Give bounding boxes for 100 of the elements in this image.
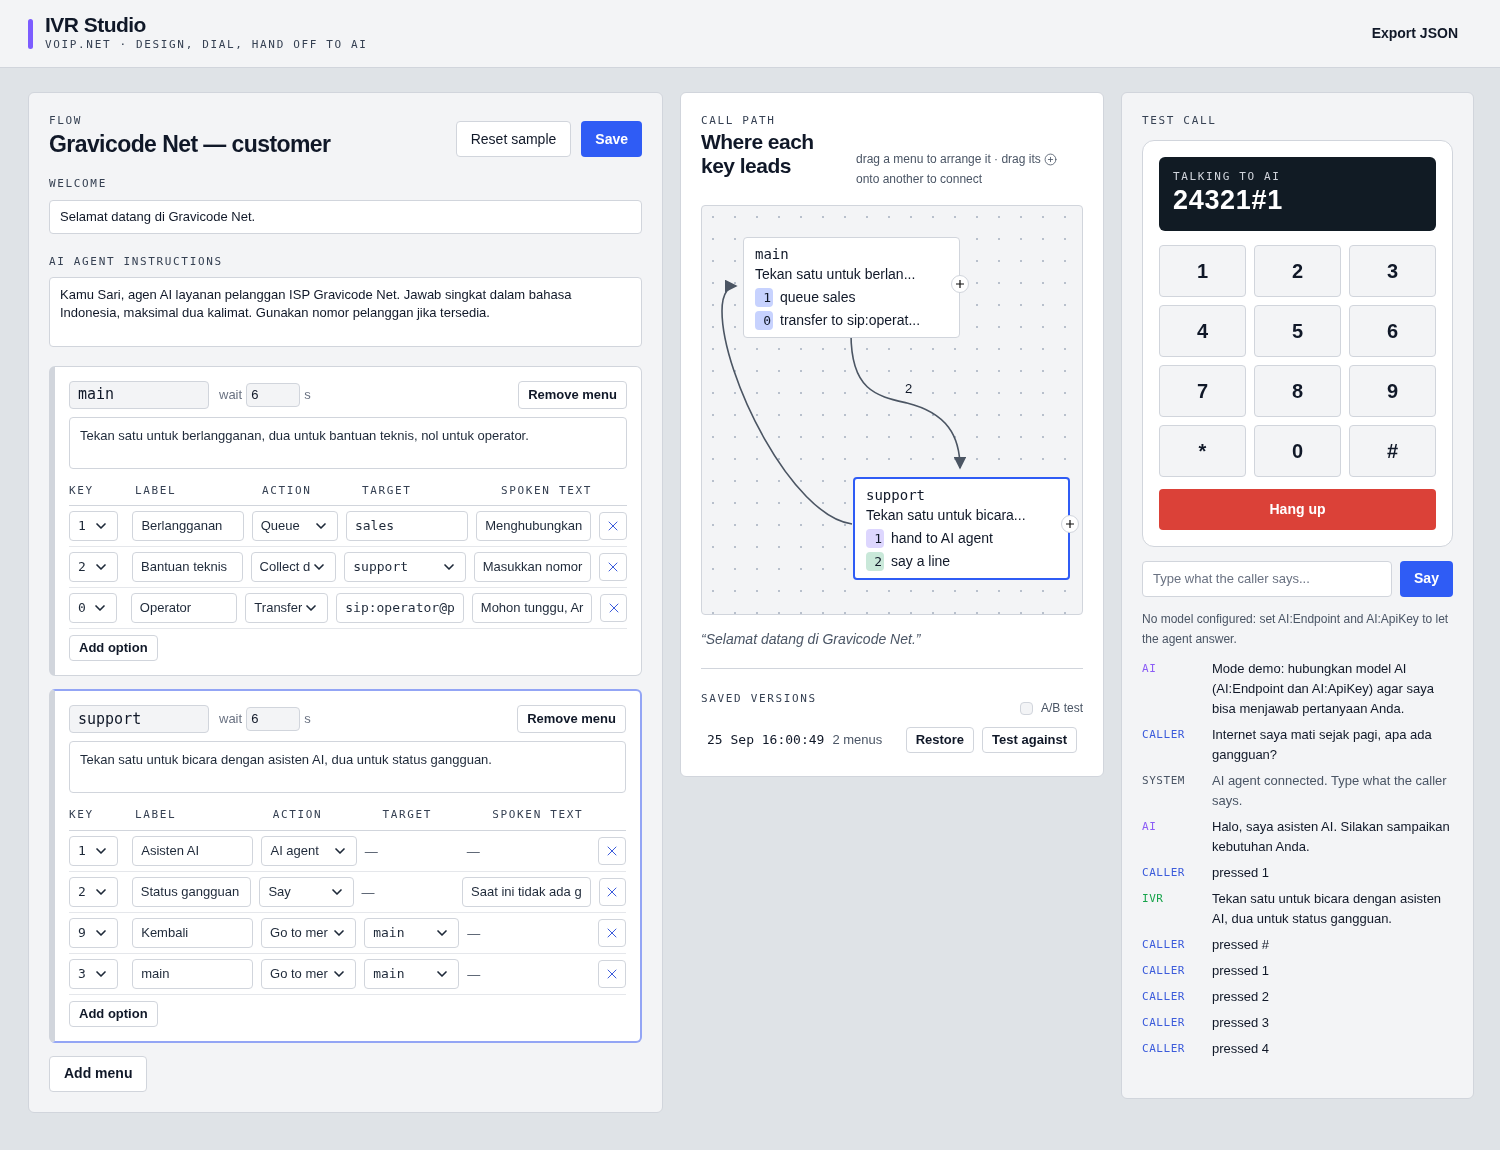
- action-select[interactable]: Collect d: [250, 552, 337, 582]
- log-role: CALLER: [1142, 864, 1187, 881]
- plus-icon: [1043, 152, 1057, 166]
- version-time: 25 Sep 16:00:49: [707, 731, 825, 750]
- app-subtitle: VOIP.NET · DESIGN, DIAL, HAND OFF TO AI: [45, 37, 368, 54]
- key-select[interactable]: 2: [69, 876, 118, 907]
- column-header: ACTION: [262, 482, 313, 499]
- prompt-field[interactable]: Tekan satu untuk berlangganan, dua untuk bantuan teknis, nol untuk operator.: [69, 416, 627, 469]
- ab-test-checkbox[interactable]: [1019, 701, 1033, 715]
- welcome-field[interactable]: Selamat datang di Gravicode Net.: [49, 200, 642, 234]
- action-select[interactable]: Queue: [251, 511, 338, 541]
- log-message: pressed #: [1212, 935, 1270, 954]
- keypad-key[interactable]: 7: [1159, 364, 1246, 417]
- remove-menu-button[interactable]: Remove menu: [518, 380, 627, 409]
- section-label: TEST CALL: [1142, 113, 1218, 129]
- action-select[interactable]: Say: [259, 876, 354, 907]
- keypad-key[interactable]: 0: [1254, 424, 1341, 477]
- plus-icon: [1066, 520, 1074, 528]
- call-status: TALKING TO AI: [1173, 168, 1282, 185]
- instructions-field[interactable]: Kamu Sari, agen AI layanan pelanggan ISP Gravicode Net. Jawab singkat dalam bahasa Indonesia, maksimal dua kalimat. Gunakan nomor pelanggan jika tersedia.: [49, 276, 642, 347]
- keypad-key[interactable]: 6: [1349, 304, 1436, 357]
- section-label: FLOW: [49, 113, 84, 129]
- keypad-key[interactable]: 1: [1159, 244, 1246, 297]
- key-select[interactable]: 3: [69, 958, 119, 989]
- label-field[interactable]: Asisten AI: [132, 835, 254, 866]
- test-against-button[interactable]: Test against: [982, 727, 1077, 753]
- hang-up-button[interactable]: Hang up: [1159, 488, 1436, 530]
- column-header: LABEL: [134, 807, 178, 823]
- log-role: AI: [1142, 660, 1158, 677]
- node-title: main: [755, 245, 790, 264]
- menu-name-field[interactable]: support: [69, 705, 209, 733]
- spoken-text-field[interactable]: Masukkan nomor: [473, 552, 592, 582]
- label-field[interactable]: Operator: [130, 593, 238, 623]
- checkbox-label: A/B test: [1040, 700, 1083, 717]
- empty-dash: —: [467, 966, 481, 982]
- label-field[interactable]: Status gangguan: [131, 876, 252, 907]
- menu-name-field[interactable]: main: [69, 380, 209, 409]
- add-option-button[interactable]: Add option: [69, 635, 158, 661]
- keypad-key[interactable]: *: [1159, 424, 1246, 477]
- label-field[interactable]: Berlangganan: [132, 511, 244, 541]
- key-chip: 2: [866, 552, 884, 571]
- label-field[interactable]: Bantuan teknis: [132, 552, 243, 582]
- key-select[interactable]: 1: [69, 835, 119, 866]
- action-select[interactable]: Transfer: [245, 593, 329, 623]
- export-button[interactable]: Export JSON: [1371, 23, 1458, 44]
- reset-button[interactable]: Reset sample: [455, 121, 572, 157]
- key-select[interactable]: 2: [69, 552, 119, 582]
- hint-text: onto another to connect: [856, 171, 984, 188]
- keypad-key[interactable]: 9: [1349, 364, 1436, 417]
- target-select[interactable]: support: [344, 552, 466, 582]
- target-field[interactable]: sales: [345, 511, 469, 541]
- empty-dash: —: [361, 884, 375, 900]
- remove-menu-button[interactable]: Remove menu: [517, 705, 626, 733]
- target-select[interactable]: main: [364, 917, 460, 948]
- remove-option-button[interactable]: [600, 594, 627, 622]
- action-select[interactable]: Go to mer: [261, 958, 357, 989]
- say-button[interactable]: Say: [1400, 560, 1453, 597]
- add-option-button[interactable]: Add option: [69, 1000, 158, 1027]
- log-message: pressed 1: [1212, 863, 1270, 882]
- spoken-text-field[interactable]: Mohon tunggu, Ar: [471, 593, 593, 623]
- keypad-key[interactable]: 3: [1349, 244, 1436, 297]
- spoken-text-field[interactable]: Menghubungkan: [476, 511, 592, 541]
- prompt-field[interactable]: Tekan satu untuk bicara dengan asisten AI, dua untuk status gangguan.: [69, 741, 626, 793]
- log-message: pressed 2: [1212, 987, 1270, 1006]
- wait-field[interactable]: 6: [246, 382, 301, 407]
- column-header: KEY: [69, 807, 95, 823]
- log-message: pressed 4: [1212, 1039, 1270, 1058]
- version-menus: 2 menus: [832, 730, 883, 750]
- remove-option-button[interactable]: [599, 553, 627, 581]
- wait-field[interactable]: 6: [246, 707, 301, 731]
- keypad-key[interactable]: 2: [1254, 244, 1341, 297]
- menu-node[interactable]: support Tekan satu untuk bicara... 1 hand to AI agent 2 say a line: [853, 477, 1070, 580]
- log-message: Internet saya mati sejak pagi, apa ada gangguan?: [1212, 725, 1433, 764]
- edge-label: 2: [905, 382, 913, 396]
- action-select[interactable]: AI agent: [261, 835, 357, 866]
- key-select[interactable]: 0: [69, 593, 117, 623]
- menu-node[interactable]: main Tekan satu untuk berlan... 1 queue sales 0 transfer to sip:operat...: [743, 237, 960, 338]
- key-select[interactable]: 1: [69, 511, 119, 541]
- target-field[interactable]: sip:operator@p: [336, 593, 464, 623]
- label-field[interactable]: main: [132, 958, 254, 989]
- column-header: TARGET: [382, 807, 434, 823]
- keypad-key[interactable]: 5: [1254, 304, 1341, 357]
- key-chip: 1: [866, 529, 884, 548]
- restore-button[interactable]: Restore: [905, 727, 975, 753]
- caller-text-field[interactable]: Type what the caller says...: [1142, 560, 1392, 597]
- keypad-key[interactable]: 4: [1159, 304, 1246, 357]
- spoken-text-field[interactable]: Saat ini tidak ada g: [462, 876, 591, 907]
- add-menu-button[interactable]: Add menu: [49, 1055, 148, 1092]
- log-role: CALLER: [1142, 1040, 1187, 1057]
- action-select[interactable]: Go to mer: [261, 917, 357, 948]
- save-button[interactable]: Save: [581, 121, 642, 157]
- keypad-key[interactable]: 8: [1254, 364, 1341, 417]
- remove-option-button[interactable]: [599, 512, 627, 540]
- call-path-title: Where each key leads: [701, 129, 815, 178]
- target-select[interactable]: main: [364, 958, 460, 989]
- node-option: hand to AI agent: [891, 528, 993, 549]
- keypad-key[interactable]: #: [1349, 424, 1436, 477]
- key-select[interactable]: 9: [69, 917, 119, 948]
- wait-label: wait: [219, 710, 243, 729]
- label-field[interactable]: Kembali: [132, 917, 254, 948]
